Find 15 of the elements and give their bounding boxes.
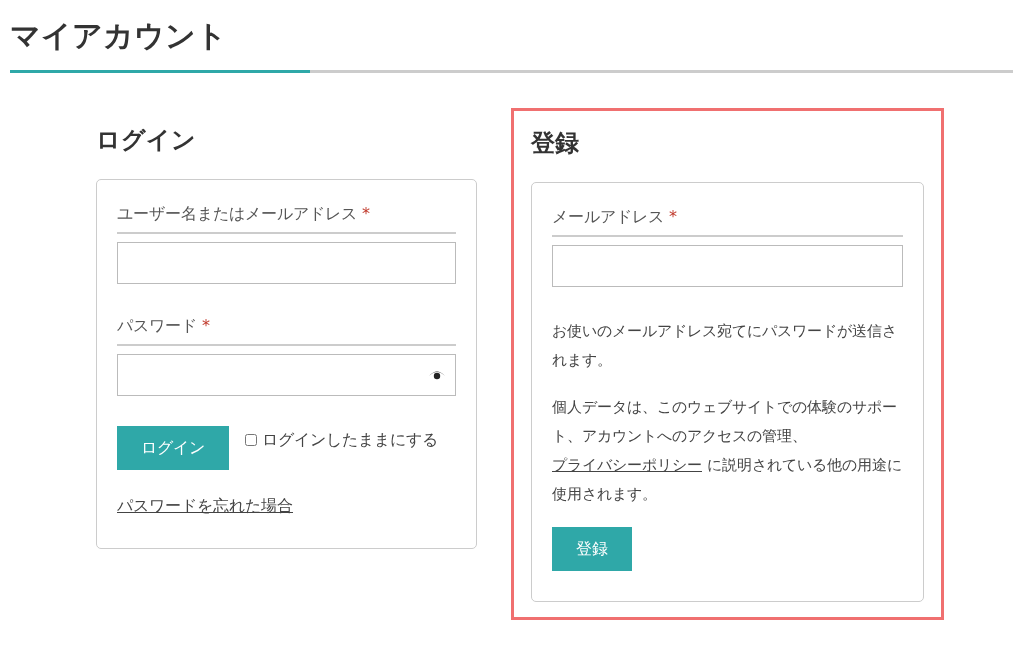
input-field[interactable] bbox=[552, 244, 903, 287]
field-label: ユーザー名またはメールアドレス * bbox=[117, 201, 456, 234]
field-label: パスワード * bbox=[117, 313, 456, 346]
lost-password-link[interactable]: パスワードを忘れた場合 bbox=[117, 493, 293, 518]
privacy-policy-link[interactable]: プライバシーポリシー bbox=[552, 455, 702, 474]
remember-checkbox[interactable] bbox=[245, 433, 257, 446]
privacy-text: 個人データは、このウェブサイトでの体験のサポート、アカウントへのアクセスの管理、 プライバシーポリシー に説明されている他の用途に使用されます。 bbox=[552, 396, 903, 505]
password-field[interactable] bbox=[117, 353, 456, 396]
page-title: マイアカウント bbox=[10, 18, 228, 54]
checkbox-label[interactable]: ログインしたままにする bbox=[262, 427, 438, 452]
field-label: メールアドレス * bbox=[552, 204, 903, 237]
section-heading: 登録 bbox=[531, 129, 580, 158]
info-text: お使いのメールアドレス宛てにパスワードが送信されます。 bbox=[552, 320, 898, 371]
input-field[interactable] bbox=[117, 241, 456, 284]
section-heading: ログイン bbox=[96, 126, 197, 155]
